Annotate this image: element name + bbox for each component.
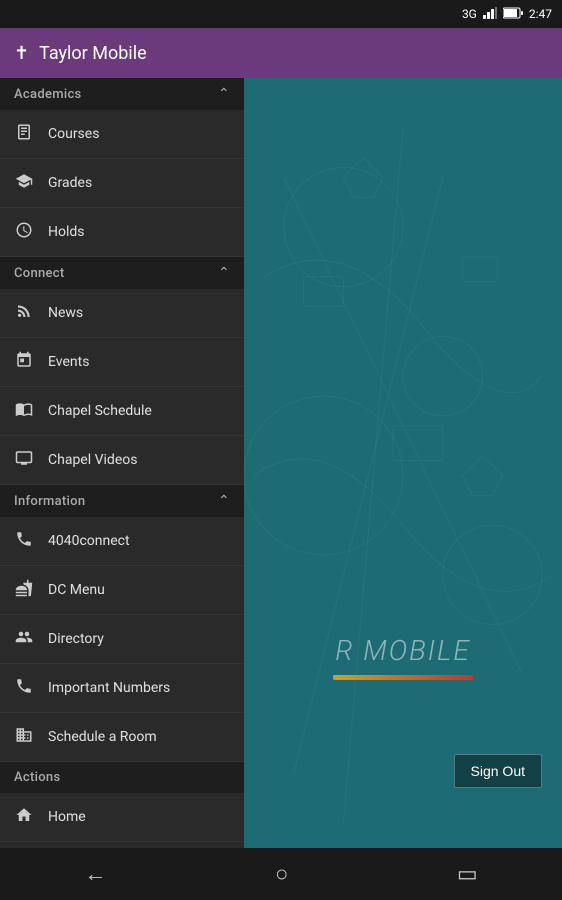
chevron-up-icon: ⌃ bbox=[218, 86, 230, 102]
recent-apps-button[interactable]: ▭ bbox=[437, 854, 498, 895]
battery-icon bbox=[503, 7, 523, 22]
section-academics[interactable]: Academics ⌃ bbox=[0, 78, 244, 110]
chevron-up-icon-3: ⌃ bbox=[218, 493, 230, 509]
app-title: Taylor Mobile bbox=[39, 43, 147, 64]
nav-bar: ← ○ ▭ bbox=[0, 848, 562, 900]
phone-icon bbox=[14, 677, 34, 699]
schedule-room-label: Schedule a Room bbox=[48, 729, 157, 745]
app-icon: ✝ bbox=[14, 43, 29, 64]
section-actions: Actions bbox=[0, 762, 244, 793]
book-icon bbox=[14, 123, 34, 145]
sidebar-item-directory[interactable]: Directory bbox=[0, 615, 244, 664]
calendar-icon bbox=[14, 351, 34, 373]
back-button[interactable]: ← bbox=[64, 853, 126, 895]
events-label: Events bbox=[48, 354, 89, 370]
courses-label: Courses bbox=[48, 126, 99, 142]
home-label: Home bbox=[48, 809, 86, 825]
sidebar-item-chapel-videos[interactable]: Chapel Videos bbox=[0, 436, 244, 485]
book-open-icon bbox=[14, 400, 34, 422]
section-connect[interactable]: Connect ⌃ bbox=[0, 257, 244, 289]
phone-alt-icon bbox=[14, 530, 34, 552]
section-information-label: Information bbox=[14, 494, 85, 509]
section-information[interactable]: Information ⌃ bbox=[0, 485, 244, 517]
chapel-schedule-label: Chapel Schedule bbox=[48, 403, 152, 419]
tv-icon bbox=[14, 449, 34, 471]
mobile-title: R MOBILE bbox=[254, 634, 552, 667]
building-icon bbox=[14, 726, 34, 748]
sidebar-item-dc-menu[interactable]: DC Menu bbox=[0, 566, 244, 615]
sidebar-item-grades[interactable]: Grades bbox=[0, 159, 244, 208]
sidebar-item-4040connect[interactable]: 4040connect bbox=[0, 517, 244, 566]
section-actions-label: Actions bbox=[14, 770, 60, 785]
4040connect-label: 4040connect bbox=[48, 533, 130, 549]
grades-label: Grades bbox=[48, 175, 92, 191]
sidebar-item-news[interactable]: News bbox=[0, 289, 244, 338]
sidebar-item-holds[interactable]: Holds bbox=[0, 208, 244, 257]
chevron-up-icon-2: ⌃ bbox=[218, 265, 230, 281]
dc-menu-label: DC Menu bbox=[48, 582, 105, 598]
signal-bars bbox=[483, 7, 497, 22]
sign-out-button[interactable]: Sign Out bbox=[454, 754, 542, 788]
sidebar-item-important-numbers[interactable]: Important Numbers bbox=[0, 664, 244, 713]
users-icon bbox=[14, 628, 34, 650]
main-title-area: R MOBILE bbox=[254, 634, 552, 688]
sidebar-item-schedule-room[interactable]: Schedule a Room bbox=[0, 713, 244, 762]
app-header: ✝ Taylor Mobile bbox=[0, 28, 562, 78]
signal-icon: 3G bbox=[462, 7, 477, 21]
directory-label: Directory bbox=[48, 631, 104, 647]
home-button[interactable]: ○ bbox=[255, 853, 308, 895]
important-numbers-label: Important Numbers bbox=[48, 680, 170, 696]
sidebar-item-home[interactable]: Home bbox=[0, 793, 244, 842]
rss-icon bbox=[14, 302, 34, 324]
time-display: 2:47 bbox=[529, 7, 552, 21]
status-bar: 3G 2:47 bbox=[0, 0, 562, 28]
main-content: R MOBILE Sign Out bbox=[244, 78, 562, 848]
chapel-videos-label: Chapel Videos bbox=[48, 452, 137, 468]
sidebar-item-chapel-schedule[interactable]: Chapel Schedule bbox=[0, 387, 244, 436]
sidebar-item-courses[interactable]: Courses bbox=[0, 110, 244, 159]
sidebar: Academics ⌃ Courses Grades Holds Connect… bbox=[0, 78, 244, 848]
sidebar-item-events[interactable]: Events bbox=[0, 338, 244, 387]
section-connect-label: Connect bbox=[14, 266, 65, 281]
home-icon bbox=[14, 806, 34, 828]
clock-icon bbox=[14, 221, 34, 243]
holds-label: Holds bbox=[48, 224, 85, 240]
news-label: News bbox=[48, 305, 83, 321]
utensils-icon bbox=[14, 579, 34, 601]
graduation-cap-icon bbox=[14, 172, 34, 194]
main-layout: Academics ⌃ Courses Grades Holds Connect… bbox=[0, 78, 562, 848]
color-bar bbox=[333, 675, 473, 680]
section-academics-label: Academics bbox=[14, 87, 82, 102]
